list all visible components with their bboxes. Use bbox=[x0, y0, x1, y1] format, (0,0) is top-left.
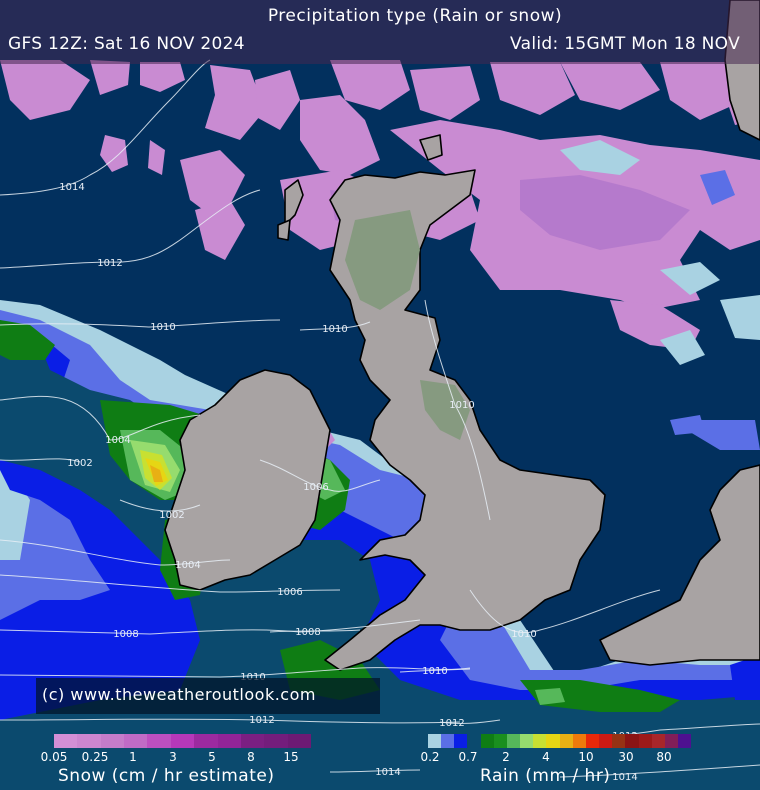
rain-scale-tick: 30 bbox=[618, 750, 634, 764]
isobar-label: 1010 bbox=[511, 629, 536, 640]
snow-scale-tick: 8 bbox=[247, 750, 255, 764]
isobar-label: 1012 bbox=[249, 715, 274, 726]
snow-scale-tick: 15 bbox=[283, 750, 299, 764]
isobar-label: 1008 bbox=[295, 627, 320, 638]
snow-scale-swatch bbox=[194, 734, 218, 748]
snow-scale-swatch bbox=[170, 734, 195, 748]
isobar-label: 1010 bbox=[322, 324, 347, 335]
isobar-label: 1010 bbox=[422, 666, 447, 677]
snow-scale-tick: 0.05 bbox=[40, 750, 68, 764]
snow-legend-title: Snow (cm / hr estimate) bbox=[58, 766, 275, 786]
chart-title: Precipitation type (Rain or snow) bbox=[267, 6, 563, 26]
snow-scale-swatch bbox=[100, 734, 125, 748]
rain-scale-swatch bbox=[559, 734, 573, 748]
snow-scale-tick: 0.25 bbox=[81, 750, 109, 764]
snow-scale-swatch bbox=[124, 734, 148, 748]
isobar-label: 1008 bbox=[113, 629, 138, 640]
isobar-label: 1006 bbox=[303, 482, 328, 493]
rain-scale-swatch bbox=[520, 734, 534, 748]
snow-scale-swatch bbox=[217, 734, 241, 748]
isobar-label: 1010 bbox=[449, 400, 474, 411]
rain-scale-swatch bbox=[454, 734, 468, 748]
precipitation-map: 101410121010 1010101010041002100210061004… bbox=[0, 0, 760, 790]
snow-scale-swatch bbox=[147, 734, 171, 748]
isobar-label: 1006 bbox=[277, 587, 302, 598]
rain-scale-swatch bbox=[651, 734, 665, 748]
isobar-label: 1002 bbox=[67, 458, 92, 469]
rain-scale-swatch bbox=[585, 734, 600, 748]
rain-color-scale bbox=[428, 734, 692, 748]
rain-scale-swatch bbox=[428, 734, 442, 748]
snow-scale-swatch bbox=[54, 734, 78, 748]
credit-text: (c) www.theweatheroutlook.com bbox=[42, 685, 316, 704]
rain-scale-swatch bbox=[625, 734, 639, 748]
credit-box: (c) www.theweatheroutlook.com bbox=[36, 678, 380, 714]
isobar-label: 1004 bbox=[175, 560, 200, 571]
rain-scale-tick: 2 bbox=[502, 750, 510, 764]
isobar-label: 1014 bbox=[612, 772, 637, 783]
rain-scale-swatch bbox=[467, 734, 481, 748]
rain-scale-tick: 0.7 bbox=[458, 750, 478, 764]
rain-scale-swatch bbox=[480, 734, 494, 748]
snow-color-scale bbox=[54, 734, 311, 748]
isobar-label: 1002 bbox=[159, 510, 184, 521]
snow-scale-tick: 1 bbox=[129, 750, 137, 764]
isobar-label: 1012 bbox=[97, 258, 122, 269]
rain-scale-swatch bbox=[664, 734, 678, 748]
rain-scale-swatch bbox=[677, 734, 692, 748]
rain-scale-swatch bbox=[533, 734, 547, 748]
rain-scale-swatch bbox=[599, 734, 613, 748]
rain-scale-tick: 80 bbox=[656, 750, 672, 764]
rain-legend-title: Rain (mm / hr) bbox=[480, 766, 611, 786]
isobar-label: 1004 bbox=[105, 435, 130, 446]
rain-scale-swatch bbox=[441, 734, 455, 748]
snow-scale-swatch bbox=[287, 734, 311, 748]
isobar-label: 1010 bbox=[150, 322, 175, 333]
rain-scale-swatch bbox=[638, 734, 652, 748]
valid-time-label: Valid: 15GMT Mon 18 NOV bbox=[510, 34, 740, 54]
rain-scale-tick: 10 bbox=[578, 750, 594, 764]
snow-scale-tick: 3 bbox=[169, 750, 177, 764]
snow-scale-swatch bbox=[240, 734, 265, 748]
rain-scale-tick: 0.2 bbox=[420, 750, 440, 764]
isobar-label: 1012 bbox=[439, 718, 464, 729]
rain-scale-swatch bbox=[572, 734, 586, 748]
rain-scale-swatch bbox=[506, 734, 521, 748]
rain-scale-swatch bbox=[546, 734, 560, 748]
snow-scale-tick: 5 bbox=[208, 750, 216, 764]
rain-scale-swatch bbox=[493, 734, 507, 748]
rain-scale-tick: 4 bbox=[542, 750, 550, 764]
model-run-label: GFS 12Z: Sat 16 NOV 2024 bbox=[8, 34, 245, 54]
snow-scale-swatch bbox=[264, 734, 288, 748]
isobar-label: 1014 bbox=[59, 182, 84, 193]
snow-scale-swatch bbox=[77, 734, 101, 748]
isobar-label: 1014 bbox=[375, 767, 400, 778]
rain-scale-swatch bbox=[612, 734, 626, 748]
